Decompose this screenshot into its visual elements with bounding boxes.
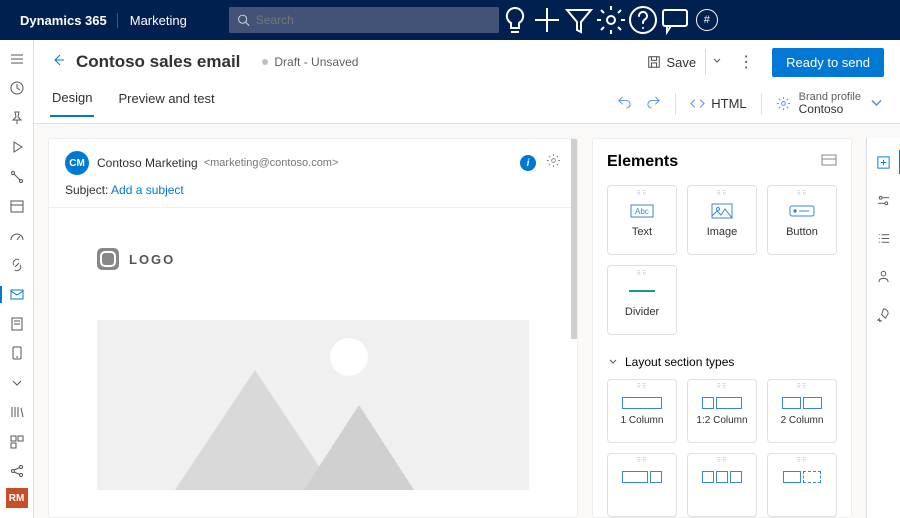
rail-elements-icon[interactable]: [867, 150, 900, 174]
ready-to-send-button[interactable]: Ready to send: [772, 48, 884, 77]
layout-2-column[interactable]: ⠿⠿ 2 Column: [767, 379, 837, 443]
play-icon[interactable]: [0, 134, 34, 159]
header-gear-icon[interactable]: [546, 153, 561, 173]
tab-preview[interactable]: Preview and test: [116, 91, 216, 116]
logo-text: LOGO: [129, 252, 175, 267]
user-avatar-tile[interactable]: RM: [6, 488, 28, 508]
library-icon[interactable]: [0, 400, 34, 425]
undo-button[interactable]: [617, 94, 632, 114]
element-image[interactable]: ⠿⠿ Image: [687, 185, 757, 255]
gauge-icon[interactable]: [0, 223, 34, 248]
tab-design[interactable]: Design: [50, 90, 94, 117]
sender-email: <marketing@contoso.com>: [204, 157, 339, 169]
blocks-icon[interactable]: [0, 429, 34, 454]
share-icon[interactable]: [0, 459, 34, 484]
rail-rocket-icon[interactable]: [867, 302, 900, 326]
recent-icon[interactable]: [0, 75, 34, 100]
chevron-down-icon[interactable]: [0, 370, 34, 395]
pin-icon[interactable]: [0, 105, 34, 130]
layout-1-column[interactable]: ⠿⠿ 1 Column: [607, 379, 677, 443]
page-title: Contoso sales email: [76, 52, 240, 72]
filter-icon[interactable]: [563, 0, 595, 40]
save-chevron[interactable]: [705, 49, 728, 75]
editor-content: CM Contoso Marketing <marketing@contoso.…: [34, 124, 900, 518]
layout-section-header[interactable]: Layout section types: [607, 355, 837, 369]
logo-block[interactable]: LOGO: [97, 248, 529, 270]
subject-label: Subject:: [65, 183, 108, 197]
logo-icon: [97, 248, 119, 270]
email-icon[interactable]: [0, 282, 34, 307]
calendar-icon[interactable]: [0, 193, 34, 218]
chevron-down-icon: [869, 96, 884, 111]
form-icon[interactable]: [0, 311, 34, 336]
save-button[interactable]: Save: [642, 50, 702, 75]
tabs-row: Design Preview and test HTML Brand profi…: [34, 84, 900, 124]
help-icon[interactable]: [627, 0, 659, 40]
brand-profile-selector[interactable]: Brand profile Contoso: [776, 91, 884, 116]
layout-custom-column[interactable]: ⠿⠿: [767, 453, 837, 517]
device-icon[interactable]: [0, 341, 34, 366]
email-canvas[interactable]: CM Contoso Marketing <marketing@contoso.…: [48, 138, 578, 518]
add-subject-link[interactable]: Add a subject: [111, 183, 184, 197]
svg-text:Abc: Abc: [635, 207, 649, 216]
redo-button[interactable]: [646, 94, 661, 114]
draft-status: Draft - Unsaved: [262, 55, 358, 69]
gear-icon[interactable]: [595, 0, 627, 40]
hero-image-placeholder[interactable]: [97, 320, 529, 490]
rail-outline-icon[interactable]: [867, 226, 900, 250]
element-button[interactable]: ⠿⠿ Button: [767, 185, 837, 255]
layout-2-1-column[interactable]: ⠿⠿: [607, 453, 677, 517]
brand-profile-value: Contoso: [799, 103, 861, 116]
left-nav-rail: RM: [0, 40, 34, 518]
elements-panel-title: Elements: [607, 153, 837, 171]
command-bar: Contoso sales email Draft - Unsaved Save…: [34, 40, 900, 84]
global-search[interactable]: [229, 7, 499, 33]
panel-layout-icon[interactable]: [821, 153, 837, 171]
rail-settings-icon[interactable]: [867, 188, 900, 212]
element-text[interactable]: ⠿⠿ Abc Text: [607, 185, 677, 255]
sender-name: Contoso Marketing: [97, 156, 198, 170]
search-input[interactable]: [256, 13, 491, 27]
journey-icon[interactable]: [0, 164, 34, 189]
back-button[interactable]: [50, 52, 66, 73]
search-icon: [237, 13, 250, 27]
canvas-scrollbar[interactable]: [571, 139, 577, 517]
app-module[interactable]: Marketing: [117, 13, 199, 28]
element-divider[interactable]: ⠿⠿ Divider: [607, 265, 677, 335]
link-icon[interactable]: [0, 252, 34, 277]
lightbulb-icon[interactable]: [499, 0, 531, 40]
top-navbar: Dynamics 365 Marketing #: [0, 0, 900, 40]
elements-panel: Elements ⠿⠿ Abc Text ⠿⠿ Image ⠿⠿ Button …: [592, 138, 852, 518]
add-icon[interactable]: [531, 0, 563, 40]
layout-3-column[interactable]: ⠿⠿: [687, 453, 757, 517]
account-avatar[interactable]: #: [691, 0, 723, 40]
hamburger-icon[interactable]: [0, 46, 34, 71]
email-header: CM Contoso Marketing <marketing@contoso.…: [49, 139, 577, 183]
chat-icon[interactable]: [659, 0, 691, 40]
app-brand[interactable]: Dynamics 365: [10, 13, 117, 28]
more-menu[interactable]: ⋮: [728, 52, 764, 72]
main-area: Contoso sales email Draft - Unsaved Save…: [34, 40, 900, 518]
info-icon[interactable]: i: [520, 155, 536, 171]
layout-1-2-column[interactable]: ⠿⠿ 1:2 Column: [687, 379, 757, 443]
right-tool-rail: [866, 138, 900, 518]
sender-avatar: CM: [65, 151, 89, 175]
rail-personalize-icon[interactable]: [867, 264, 900, 288]
canvas-body[interactable]: LOGO: [49, 208, 577, 517]
subject-row: Subject: Add a subject: [49, 183, 577, 208]
html-toggle[interactable]: HTML: [690, 96, 746, 111]
